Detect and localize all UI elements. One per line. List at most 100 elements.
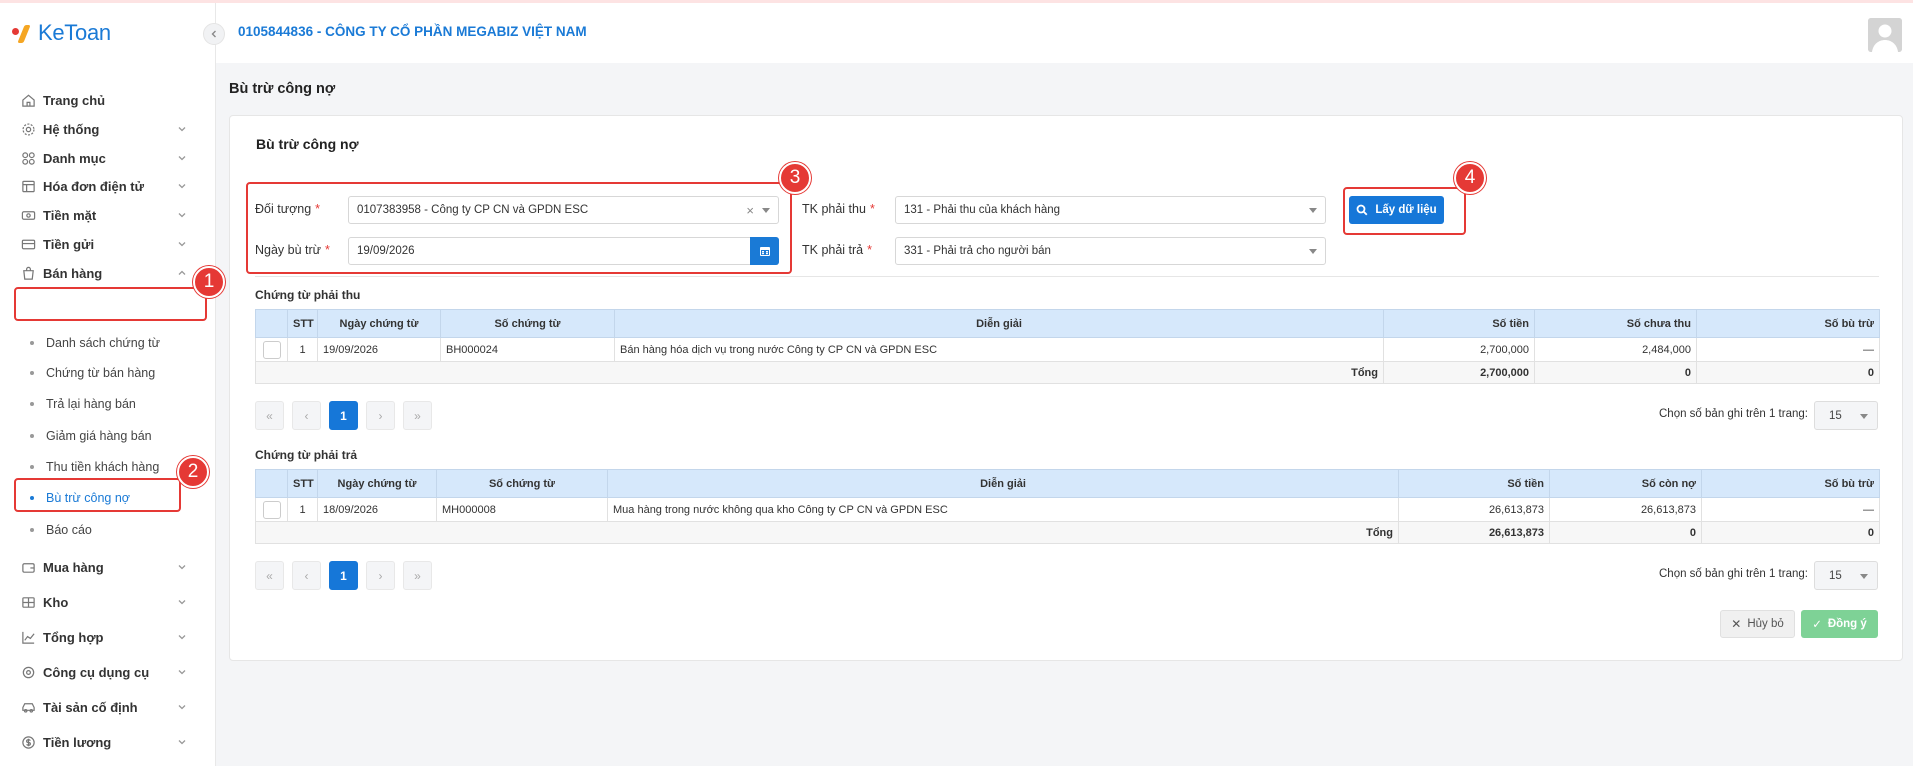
total-label: Tổng [255,361,1384,384]
header-so-tien: Số tiền [1383,309,1535,338]
sidebar-item-tien-gui[interactable]: Tiền gửi [0,229,216,259]
annotation-badge-2: 2 [177,456,209,488]
sidebar-subitem-giam-gia[interactable]: Giảm giá hàng bán [0,423,216,449]
chevron-down-icon [178,705,186,710]
page-size-select[interactable]: 15 [1814,401,1878,430]
dollar-icon [20,734,36,750]
sidebar-item-tien-mat[interactable]: Tiền mặt [0,200,216,230]
sidebar-item-tai-san[interactable]: Tài sản cố định [0,692,216,722]
prev-page-button[interactable]: ‹ [292,561,321,590]
invoice-icon [20,178,36,194]
logo[interactable]: KeToan [12,19,111,47]
table-row[interactable]: 1 19/09/2026 BH000024 Bán hàng hóa dịch … [255,337,1880,362]
first-page-button[interactable]: « [255,561,284,590]
last-page-button[interactable]: » [403,561,432,590]
sidebar-item-tien-luong[interactable]: Tiền lương [0,727,216,757]
check-icon: ✓ [1812,619,1822,631]
sidebar-item-cong-cu[interactable]: Công cụ dụng cụ [0,657,216,687]
tk-phai-tra-select[interactable]: 331 - Phải trả cho người bán [895,237,1326,265]
chevron-down-icon [178,670,186,675]
close-icon: ✕ [1731,617,1742,631]
sidebar-item-label: Tài sản cố định [43,699,138,715]
avatar[interactable] [1868,18,1902,52]
total-label: Tổng [255,521,1399,544]
sidebar-item-ban-hang[interactable]: Bán hàng [0,258,216,288]
cell-offset-input[interactable]: — [1701,497,1880,522]
row-checkbox[interactable] [262,500,281,519]
sidebar-subitem-chung-tu-ban-hang[interactable]: Chứng từ bán hàng [0,360,216,386]
sidebar-item-danh-muc[interactable]: Danh mục [0,143,216,173]
user-avatar-icon [1868,18,1902,52]
chart-icon [20,629,36,645]
company-name[interactable]: 0105844836 - CÔNG TY CỔ PHẦN MEGABIZ VIỆ… [238,24,587,39]
logo-mark-icon [12,22,36,44]
total-offset: 0 [1701,521,1880,544]
cell-amount: 26,613,873 [1398,497,1550,522]
chevron-down-icon [178,213,186,218]
page-size-select[interactable]: 15 [1814,561,1878,590]
row-checkbox[interactable] [262,340,281,359]
last-page-button[interactable]: » [403,401,432,430]
chevron-down-icon [178,242,186,247]
bag-icon [20,265,36,281]
sidebar-item-label: Danh mục [43,150,106,166]
header-so-chung-tu: Số chứng từ [436,469,608,498]
page-size-value: 15 [1829,409,1842,422]
sidebar-subitem-label: Thu tiền khách hàng [46,460,160,474]
cell-date: 18/09/2026 [317,497,437,522]
sidebar-subitem-label: Danh sách chứng từ [46,336,161,350]
next-page-button[interactable]: › [366,561,395,590]
logo-text: KeToan [38,20,111,45]
total-amount: 26,613,873 [1398,521,1550,544]
sidebar-item-he-thong[interactable]: Hệ thống [0,114,216,144]
sidebar: KeToan Trang chủ Hệ thống Danh mục Hóa đ… [0,3,216,766]
sidebar-collapse-button[interactable] [203,23,225,45]
table-row[interactable]: 1 18/09/2026 MH000008 Mua hàng trong nướ… [255,497,1880,522]
annotation-box-bu-tru [14,478,181,512]
chevron-left-icon [211,30,216,38]
sidebar-item-label: Tiền gửi [43,236,95,252]
sidebar-item-trang-chu[interactable]: Trang chủ [0,85,216,115]
sidebar-item-hoa-don[interactable]: Hóa đơn điện tử [0,171,216,201]
header-select [255,469,288,498]
confirm-label: Đồng ý [1827,618,1867,630]
sidebar-item-label: Kho [43,594,69,610]
sidebar-item-label: Công cụ dụng cụ [43,664,150,680]
cell-doc: MH000008 [436,497,608,522]
page-1-button[interactable]: 1 [329,401,358,430]
first-page-button[interactable]: « [255,401,284,430]
home-icon [20,92,36,108]
total-amount: 2,700,000 [1383,361,1535,384]
sidebar-item-tong-hop[interactable]: Tổng hợp [0,622,216,652]
annotation-badge-4: 4 [1454,162,1486,194]
sidebar-subitem-tra-lai[interactable]: Trả lại hàng bán [0,391,216,417]
tk-phai-thu-select[interactable]: 131 - Phải thu của khách hàng [895,196,1326,224]
tk-phai-thu-value: 131 - Phải thu của khách hàng [904,204,1061,216]
sidebar-subitem-danh-sach[interactable]: Danh sách chứng từ [0,330,216,356]
caret-down-icon [1860,414,1868,419]
page-1-button[interactable]: 1 [329,561,358,590]
cell-date: 19/09/2026 [317,337,441,362]
cell-stt: 1 [287,337,318,362]
caret-down-icon [1309,249,1317,254]
next-page-button[interactable]: › [366,401,395,430]
cell-offset-input[interactable]: — [1696,337,1880,362]
tool-icon [20,664,36,680]
sidebar-subitem-bao-cao[interactable]: Báo cáo [0,517,216,543]
sidebar-item-kho[interactable]: Kho [0,587,216,617]
sidebar-item-label: Tiền mặt [43,207,97,223]
confirm-button[interactable]: ✓ Đồng ý [1801,610,1878,638]
gear-icon [20,121,36,137]
receivable-pagination: « ‹ 1 › » [255,401,432,430]
header-so-chung-tu: Số chứng từ [440,309,615,338]
page-size-label: Chọn số bản ghi trên 1 trang: [1659,408,1808,420]
sidebar-subitem-label: Chứng từ bán hàng [46,366,156,380]
section-divider [255,276,1879,277]
cart-icon [20,559,36,575]
header-so-con-no: Số còn nợ [1549,469,1702,498]
cancel-button[interactable]: ✕ Hủy bỏ [1720,610,1795,638]
chevron-down-icon [178,635,186,640]
sidebar-item-mua-hang[interactable]: Mua hàng [0,552,216,582]
prev-page-button[interactable]: ‹ [292,401,321,430]
page-size-value: 15 [1829,569,1842,582]
